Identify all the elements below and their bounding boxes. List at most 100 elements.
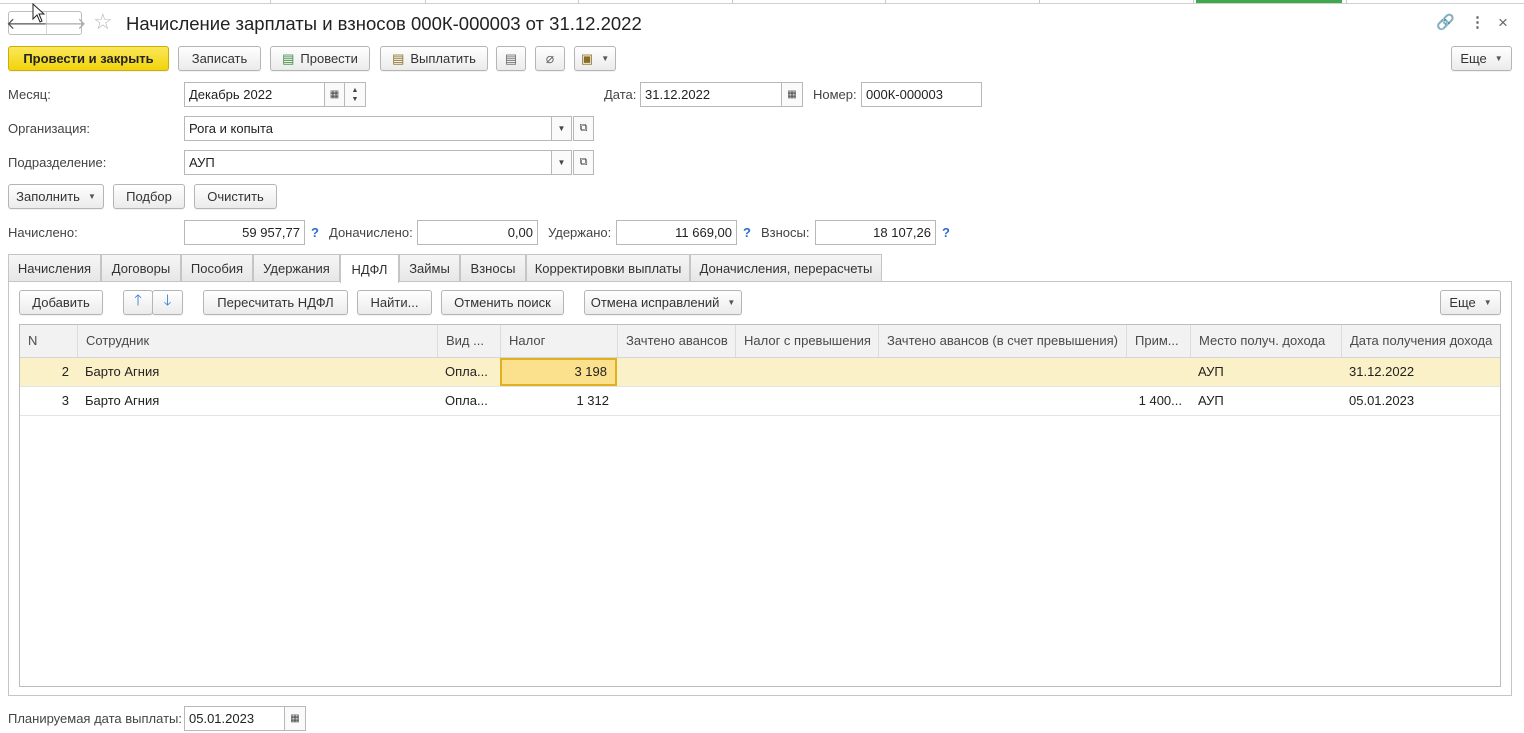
- cell-advances[interactable]: [617, 358, 735, 386]
- chevron-down-icon[interactable]: ▼: [551, 150, 572, 175]
- pay-button-label: Выплатить: [410, 51, 476, 66]
- panel-more-button[interactable]: Еще ▼: [1440, 290, 1501, 315]
- chevron-down-icon[interactable]: ▼: [551, 116, 572, 141]
- column-header-note[interactable]: Прим...: [1126, 325, 1190, 357]
- move-down-icon[interactable]: 🡓: [152, 290, 183, 315]
- open-icon[interactable]: ⧉: [573, 116, 594, 141]
- cell-income-place[interactable]: АУП: [1190, 387, 1341, 415]
- month-field[interactable]: Декабрь 2022: [184, 82, 325, 107]
- calendar-icon[interactable]: ▦: [284, 706, 306, 731]
- tab-loans[interactable]: Займы: [399, 254, 460, 282]
- fill-button[interactable]: Заполнить ▼: [8, 184, 104, 209]
- withheld-value: 11 669,00: [616, 220, 737, 245]
- date-field[interactable]: 31.12.2022: [640, 82, 782, 107]
- calendar-icon[interactable]: ▦: [781, 82, 803, 107]
- cell-income-place[interactable]: АУП: [1190, 358, 1341, 386]
- report-button[interactable]: ▤: [496, 46, 526, 71]
- post-button[interactable]: ▤ Провести: [270, 46, 370, 71]
- organization-field[interactable]: Рога и копыта: [184, 116, 552, 141]
- save-button[interactable]: Записать: [178, 46, 261, 71]
- add-row-button[interactable]: Добавить: [19, 290, 103, 315]
- pick-button[interactable]: Подбор: [113, 184, 185, 209]
- cell-n: 2: [61, 364, 69, 379]
- attach-button[interactable]: ⌀: [535, 46, 565, 71]
- department-field[interactable]: АУП: [184, 150, 552, 175]
- table-row[interactable]: 2 Барто Агния Опла... 3 198 АУП 31.12.20…: [20, 358, 1500, 387]
- forward-arrow-icon[interactable]: 🡒: [44, 12, 86, 34]
- link-icon[interactable]: 🔗: [1436, 13, 1455, 33]
- date-label: Дата:: [604, 87, 637, 102]
- open-icon[interactable]: ⧉: [573, 150, 594, 175]
- column-header-tax-excess[interactable]: Налог с превышения: [735, 325, 878, 357]
- print-menu-button[interactable]: ▣ ▼: [574, 46, 616, 71]
- cell-income-date[interactable]: 05.01.2023: [1341, 387, 1500, 415]
- month-spin-icon[interactable]: ▲ ▼: [344, 82, 366, 107]
- tab-recalculations[interactable]: Доначисления, перерасчеты: [690, 254, 882, 282]
- month-label: Месяц:: [8, 87, 51, 102]
- recalculate-ndfl-button[interactable]: Пересчитать НДФЛ: [203, 290, 348, 315]
- more-button[interactable]: Еще ▼: [1451, 46, 1512, 71]
- additional-value: 0,00: [417, 220, 538, 245]
- cell-note[interactable]: 1 400...: [1126, 387, 1190, 415]
- help-icon[interactable]: ?: [942, 225, 950, 241]
- tab-payment-adjustments[interactable]: Корректировки выплаты: [526, 254, 690, 282]
- column-header-kind[interactable]: Вид ...: [437, 325, 500, 357]
- tab-deductions[interactable]: Удержания: [253, 254, 340, 282]
- tab-contributions[interactable]: Взносы: [460, 254, 526, 282]
- cell-advances-excess[interactable]: [878, 387, 1126, 415]
- accrued-value: 59 957,77: [184, 220, 305, 245]
- cancel-corrections-label: Отмена исправлений: [590, 295, 720, 310]
- post-button-label: Провести: [300, 51, 358, 66]
- calendar-icon[interactable]: ▦: [324, 82, 345, 107]
- withheld-label: Удержано:: [548, 225, 612, 240]
- cell-tax[interactable]: 1 312: [500, 387, 617, 415]
- pay-button[interactable]: ▤ Выплатить: [380, 46, 488, 71]
- cancel-corrections-button[interactable]: Отмена исправлений ▼: [584, 290, 742, 315]
- cancel-search-button[interactable]: Отменить поиск: [441, 290, 564, 315]
- move-up-icon[interactable]: 🡑: [123, 290, 153, 315]
- help-icon[interactable]: ?: [743, 225, 751, 241]
- accrued-label: Начислено:: [8, 225, 78, 240]
- planned-date-field[interactable]: 05.01.2023: [184, 706, 285, 731]
- tab-contracts[interactable]: Договоры: [101, 254, 181, 282]
- close-icon[interactable]: ×: [1498, 13, 1508, 33]
- help-icon[interactable]: ?: [311, 225, 319, 241]
- cell-tax[interactable]: 3 198: [500, 358, 617, 386]
- paperclip-icon: ⌀: [545, 50, 555, 66]
- column-header-income-date[interactable]: Дата получения дохода: [1341, 325, 1500, 357]
- cell-advances[interactable]: [617, 387, 735, 415]
- tab-accruals[interactable]: Начисления: [8, 254, 101, 282]
- clear-button[interactable]: Очистить: [194, 184, 277, 209]
- table-row[interactable]: 3 Барто Агния Опла... 1 312 1 400... АУП…: [20, 387, 1500, 416]
- post-document-icon: ▤: [282, 51, 295, 66]
- cell-advances-excess[interactable]: [878, 358, 1126, 386]
- favorite-star-icon[interactable]: ☆: [93, 10, 113, 34]
- column-header-advances-excess[interactable]: Зачтено авансов (в счет превышения): [878, 325, 1126, 357]
- column-header-income-place[interactable]: Место получ. дохода: [1190, 325, 1341, 357]
- cell-employee[interactable]: Барто Агния: [77, 358, 437, 386]
- cell-tax-excess[interactable]: [735, 358, 878, 386]
- cell-kind[interactable]: Опла...: [437, 387, 500, 415]
- list-report-icon: ▤: [504, 51, 518, 66]
- column-header-n[interactable]: N: [20, 325, 77, 357]
- number-field[interactable]: 000К-000003: [861, 82, 982, 107]
- column-header-advances[interactable]: Зачтено авансов: [617, 325, 735, 357]
- tab-benefits[interactable]: Пособия: [181, 254, 253, 282]
- cell-employee[interactable]: Барто Агния: [77, 387, 437, 415]
- find-button[interactable]: Найти...: [357, 290, 432, 315]
- cell-income-date[interactable]: 31.12.2022: [1341, 358, 1500, 386]
- column-header-tax[interactable]: Налог: [500, 325, 617, 357]
- cell-tax-excess[interactable]: [735, 387, 878, 415]
- post-and-close-button[interactable]: Провести и закрыть: [8, 46, 169, 71]
- chevron-down-icon: ▼: [727, 298, 736, 307]
- window-tab-strip: [0, 0, 1524, 4]
- column-header-employee[interactable]: Сотрудник: [77, 325, 437, 357]
- print-document-icon: ▣: [580, 51, 594, 66]
- chevron-down-icon: ▼: [1494, 54, 1503, 63]
- contributions-label: Взносы:: [761, 225, 810, 240]
- cell-note[interactable]: [1126, 358, 1190, 386]
- cell-kind[interactable]: Опла...: [437, 358, 500, 386]
- window-menu-icon[interactable]: ⋮: [1470, 13, 1485, 33]
- panel-more-label: Еще: [1449, 295, 1476, 310]
- tab-ndfl[interactable]: НДФЛ: [340, 254, 399, 283]
